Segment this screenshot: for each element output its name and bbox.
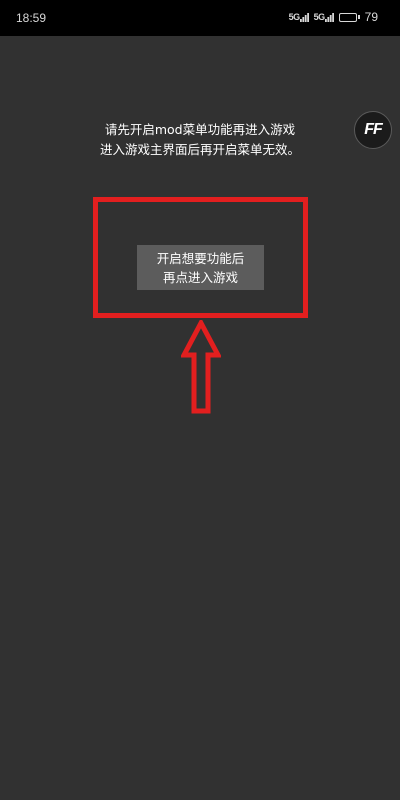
signal-label: 5G — [288, 12, 301, 22]
instruction-line: 进入游戏主界面后再开启菜单无效。 — [99, 142, 300, 157]
game-launcher-screen: 18:59 5G 5G 79 FF 请先开启mod菜单功能再进入游戏 进入游戏主… — [0, 0, 400, 800]
up-arrow-icon — [181, 320, 221, 414]
status-bar: 18:59 5G 5G 79 — [0, 0, 400, 36]
signal-icon: 5G — [289, 12, 309, 22]
mod-menu-floating-button[interactable]: FF — [354, 111, 392, 149]
instruction-text: 请先开启mod菜单功能再进入游戏 进入游戏主界面后再开启菜单无效。 — [60, 120, 340, 160]
enter-game-button-line: 开启想要功能后 — [156, 250, 245, 266]
enter-game-button-line: 再点进入游戏 — [162, 269, 238, 285]
signal-icon: 5G — [314, 12, 334, 22]
battery-icon — [338, 12, 360, 22]
enter-game-button[interactable]: 开启想要功能后 再点进入游戏 — [137, 245, 264, 290]
battery-level: 79 — [364, 10, 378, 24]
status-time: 18:59 — [16, 11, 47, 25]
instruction-line: 请先开启mod菜单功能再进入游戏 — [104, 122, 296, 137]
signal-label: 5G — [313, 12, 326, 22]
status-icons: 5G 5G 79 — [289, 10, 378, 24]
